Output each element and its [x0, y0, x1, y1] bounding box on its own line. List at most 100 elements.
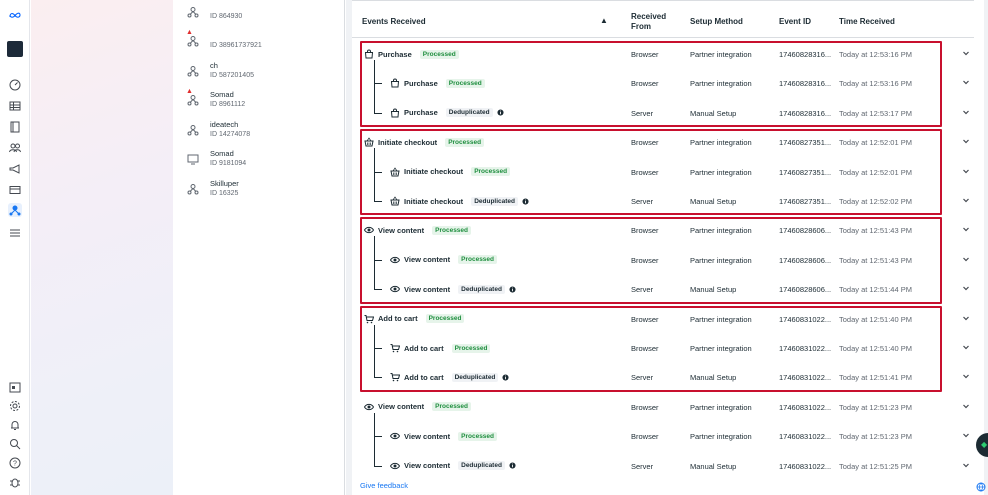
setup-method: Partner integration: [690, 79, 752, 89]
table-row[interactable]: Purchase Processed Browser Partner integrat…: [352, 40, 974, 69]
info-icon[interactable]: [522, 197, 529, 205]
search-icon[interactable]: [8, 437, 22, 451]
header-time-received[interactable]: Time Received: [839, 17, 895, 26]
event-cell: View content Processed: [364, 225, 472, 235]
chevron-down-icon[interactable]: [962, 343, 970, 351]
time-received: Today at 12:53:16 PM: [839, 79, 912, 89]
event-cell: View content Processed: [390, 431, 498, 441]
status-badge: Processed: [451, 343, 491, 353]
gradient-panel: [31, 0, 173, 495]
info-icon[interactable]: [509, 286, 516, 293]
chevron-down-icon[interactable]: [962, 167, 970, 175]
table-row[interactable]: Purchase Processed Browser Partner integrat…: [352, 69, 974, 98]
info-icon[interactable]: [497, 109, 504, 116]
dataset-list: ID 864930 ▲ ID 38961737921 ch ID 587201405 ▲ S…: [173, 0, 345, 495]
dataset-item[interactable]: Skilluper ID 16325: [187, 175, 337, 203]
chevron-down-icon[interactable]: [962, 255, 970, 263]
help-icon[interactable]: ?: [8, 456, 22, 470]
card-icon[interactable]: [8, 183, 22, 197]
table-row[interactable]: View content Processed Browser Partner inte…: [352, 393, 974, 422]
globe-icon[interactable]: [976, 482, 986, 492]
bug-icon[interactable]: [8, 475, 22, 489]
dataset-id: ID 864930: [210, 13, 243, 20]
dataset-id: ID 38961737921: [210, 42, 262, 49]
chevron-down-icon[interactable]: [962, 78, 970, 86]
table-row[interactable]: View content Processed Browser Partner inte…: [352, 422, 974, 451]
received-from: Server: [631, 108, 654, 118]
table-row[interactable]: Add to cart Deduplicated Server Manual Setu…: [352, 363, 974, 392]
time-received: Today at 12:51:41 PM: [839, 373, 912, 383]
table-row[interactable]: Initiate checkout Deduplicated Server Manua…: [352, 187, 974, 216]
chevron-down-icon[interactable]: [962, 137, 970, 145]
table-icon[interactable]: [8, 99, 22, 113]
people-icon[interactable]: [8, 141, 22, 155]
chevron-down-icon[interactable]: [962, 225, 970, 233]
basket-icon: [364, 137, 374, 147]
eye-icon: [390, 284, 400, 294]
dashboard-icon[interactable]: [8, 78, 22, 92]
bell-icon[interactable]: [8, 418, 22, 432]
header-received-from-line2[interactable]: From: [631, 22, 651, 31]
table-row[interactable]: View content Deduplicated Server Manual Set…: [352, 452, 974, 481]
setup-method: Manual Setup: [690, 373, 737, 383]
dataset-id: ID 14274078: [210, 131, 251, 138]
dataset-item[interactable]: ▲ Somad ID 8961112: [186, 86, 337, 114]
chevron-down-icon[interactable]: [962, 108, 970, 116]
assistant-icon: ◆: [981, 440, 988, 449]
chevron-down-icon[interactable]: [962, 314, 970, 322]
status-badge: Deduplicated: [458, 284, 505, 294]
dataset-name: ch: [210, 61, 218, 70]
events-table-panel: Events Received ▲ Received From Setup Me…: [352, 0, 984, 495]
chevron-down-icon[interactable]: [962, 372, 970, 380]
header-setup-method[interactable]: Setup Method: [690, 17, 743, 26]
event-name: Initiate checkout: [404, 196, 464, 206]
header-events-received[interactable]: Events Received: [362, 17, 426, 26]
chevron-down-icon[interactable]: [962, 284, 970, 292]
chevron-down-icon[interactable]: [962, 431, 970, 439]
give-feedback-link[interactable]: Give feedback: [360, 481, 408, 490]
chevron-down-icon[interactable]: [962, 461, 970, 469]
table-row[interactable]: Initiate checkout Processed Browser Partner…: [352, 128, 974, 157]
cart-icon: [390, 372, 400, 382]
event-name: View content: [404, 431, 451, 441]
dataset-item[interactable]: ▲ ID 38961737921: [186, 27, 337, 55]
table-row[interactable]: Initiate checkout Processed Browser Partner…: [352, 158, 974, 187]
table-row[interactable]: View content Deduplicated Server Manual Set…: [352, 275, 974, 304]
event-cell: View content Deduplicated: [390, 461, 516, 471]
chevron-down-icon[interactable]: [962, 49, 970, 57]
dataset-item[interactable]: Somad ID 9181094: [187, 145, 337, 173]
table-row[interactable]: View content Processed Browser Partner inte…: [352, 216, 974, 245]
received-from: Server: [631, 461, 654, 471]
chevron-down-icon[interactable]: [962, 402, 970, 410]
event-name: Purchase: [378, 49, 412, 59]
header-event-id[interactable]: Event ID: [779, 17, 811, 26]
setup-method: Manual Setup: [690, 285, 737, 295]
table-row[interactable]: Purchase Deduplicated Server Manual Setup 17…: [352, 99, 974, 128]
status-badge: Deduplicated: [451, 372, 499, 382]
events-manager-icon[interactable]: [8, 203, 22, 217]
left-nav-rail: ?: [0, 0, 30, 495]
menu-icon[interactable]: [8, 226, 22, 240]
page-scrollbar[interactable]: [984, 0, 988, 495]
meta-logo-icon[interactable]: [6, 9, 24, 21]
event-id: 17460827351...: [779, 138, 832, 148]
dataset-item[interactable]: ideatech ID 14274078: [187, 116, 337, 144]
event-id: 17460827351...: [779, 167, 832, 177]
event-cell: Purchase Processed: [364, 49, 459, 59]
table-row[interactable]: Add to cart Processed Browser Partner integ…: [352, 305, 974, 334]
megaphone-icon[interactable]: [8, 162, 22, 176]
table-row[interactable]: Add to cart Processed Browser Partner integ…: [352, 334, 974, 363]
dataset-item[interactable]: ch ID 587201405: [187, 57, 337, 85]
event-name: View content: [378, 402, 425, 412]
calendar-icon[interactable]: [8, 380, 22, 394]
book-icon[interactable]: [8, 120, 22, 134]
info-icon[interactable]: [509, 462, 516, 469]
received-from: Browser: [631, 138, 659, 148]
settings-icon[interactable]: [8, 399, 22, 413]
dataset-item[interactable]: ID 864930: [187, 0, 337, 26]
info-icon[interactable]: [502, 374, 509, 381]
table-row[interactable]: View content Processed Browser Partner inte…: [352, 246, 974, 275]
chevron-down-icon[interactable]: [962, 196, 970, 204]
business-avatar-icon[interactable]: [7, 41, 23, 57]
header-received-from-line1[interactable]: Received: [631, 12, 666, 21]
